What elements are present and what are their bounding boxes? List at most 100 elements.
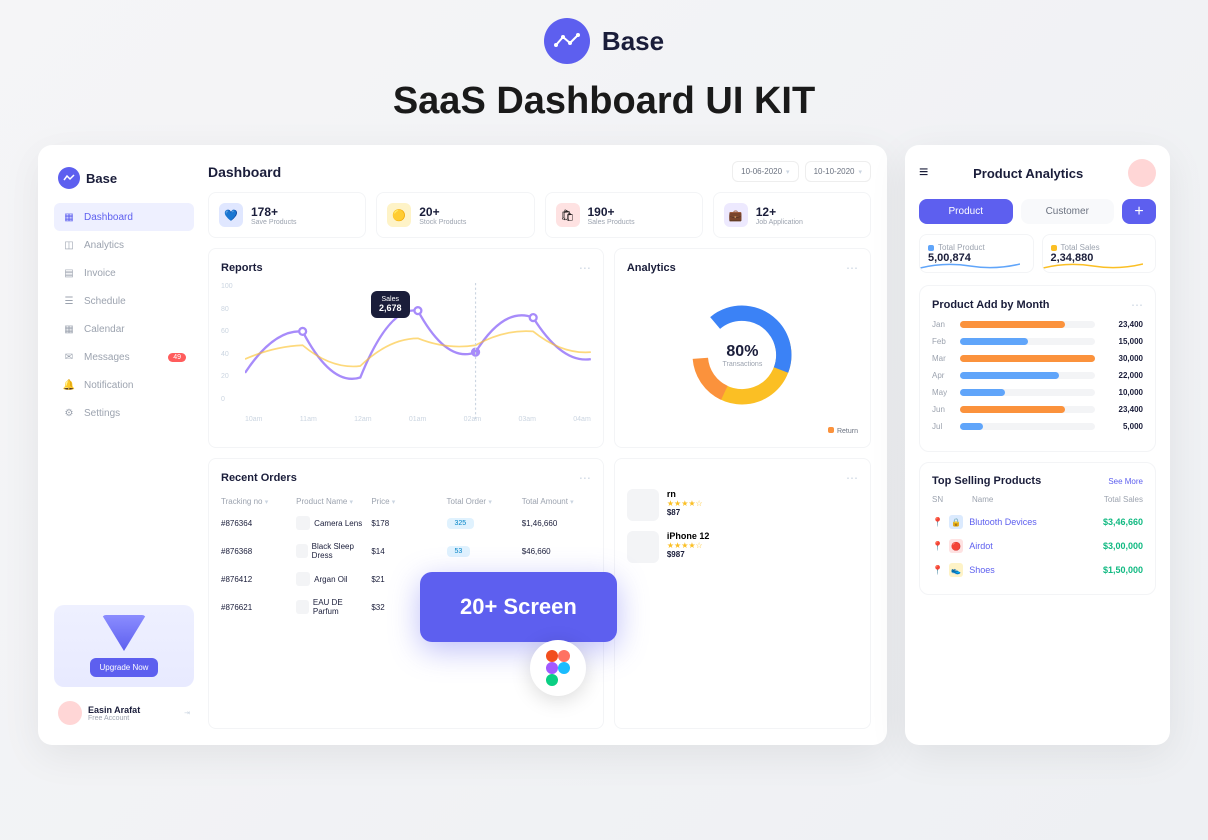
date-from-picker[interactable]: 10-06-2020▾ — [732, 161, 798, 182]
top-products-card: Top Selling Products See More SN Name To… — [919, 462, 1156, 595]
date-to-picker[interactable]: 10-10-2020▾ — [805, 161, 871, 182]
dashboard-panel: Base ▦ Dashboard ◫ Analytics ▤ Invoice ☰… — [38, 145, 887, 745]
upgrade-card: Upgrade Now — [54, 605, 194, 687]
table-row[interactable]: #876368 Black Sleep Dress $14 53 $46,660 — [221, 536, 591, 566]
mobile-stat-card: Total Product 5,00,874 — [919, 234, 1034, 273]
reports-title: Reports — [221, 262, 263, 274]
sidebar-item-analytics[interactable]: ◫ Analytics — [54, 231, 194, 259]
table-row[interactable]: #876364 Camera Lens $178 325 $1,46,660 — [221, 510, 591, 536]
month-chart-title: Product Add by Month — [932, 299, 1050, 311]
sidebar-brand: Base — [86, 171, 117, 186]
see-more-link[interactable]: See More — [1108, 477, 1143, 486]
stat-label: Sales Products — [588, 219, 635, 226]
sidebar-item-invoice[interactable]: ▤ Invoice — [54, 259, 194, 287]
message-icon: ✉ — [62, 350, 76, 364]
mobile-stat-card: Total Sales 2,34,880 — [1042, 234, 1157, 273]
month-bar-row: Mar 30,000 — [932, 354, 1143, 363]
sidebar-logo: Base — [54, 161, 194, 203]
nav-label: Schedule — [84, 296, 126, 307]
pin-icon: 📍 — [932, 565, 943, 576]
figma-icon — [530, 640, 586, 696]
sidebar-item-calendar[interactable]: ▦ Calendar — [54, 315, 194, 343]
logout-icon[interactable]: ⇥ — [184, 709, 190, 717]
nav-label: Notification — [84, 380, 133, 391]
analytics-legend: Return — [627, 427, 858, 435]
sidebar: Base ▦ Dashboard ◫ Analytics ▤ Invoice ☰… — [54, 161, 194, 729]
top-products-title: Top Selling Products — [932, 475, 1041, 487]
month-bar-row: Apr 22,000 — [932, 371, 1143, 380]
upgrade-button[interactable]: Upgrade Now — [90, 658, 159, 677]
logo-icon — [58, 167, 80, 189]
nav-label: Invoice — [84, 268, 116, 279]
list-item[interactable]: 📍 🔒 Blutooth Devices $3,46,660 — [932, 510, 1143, 534]
invoice-icon: ▤ — [62, 266, 76, 280]
nav-label: Calendar — [84, 324, 125, 335]
brand-logo: Base — [0, 18, 1208, 64]
nav-label: Analytics — [84, 240, 124, 251]
tab-product[interactable]: Product — [919, 199, 1013, 224]
stat-label: Save Products — [251, 219, 297, 226]
avatar[interactable] — [1128, 159, 1156, 187]
analytics-label: Transactions — [723, 361, 763, 368]
sidebar-item-notification[interactable]: 🔔 Notification — [54, 371, 194, 399]
stat-label: Stock Products — [419, 219, 466, 226]
menu-icon[interactable]: ≡ — [919, 164, 928, 182]
product-thumb — [627, 531, 659, 563]
product-thumb — [296, 516, 310, 530]
stat-value: 190+ — [588, 205, 635, 219]
month-bar-row: Jun 23,400 — [932, 405, 1143, 414]
pin-icon: 📍 — [932, 541, 943, 552]
nav-badge: 49 — [168, 353, 186, 362]
sidebar-item-messages[interactable]: ✉ Messages 49 — [54, 343, 194, 371]
stat-icon: 🛍 — [556, 203, 580, 227]
stat-icon: 💼 — [724, 203, 748, 227]
pin-icon: 📍 — [932, 517, 943, 528]
schedule-icon: ☰ — [62, 294, 76, 308]
funnel-icon — [102, 615, 146, 651]
grid-icon: ▦ — [62, 210, 76, 224]
product-icon: 👟 — [949, 563, 963, 577]
reports-card: Reports ⋯ 100806040200 — [208, 248, 604, 448]
analytics-card: Analytics ⋯ 80% Transactions — [614, 248, 871, 448]
list-item[interactable]: iPhone 12 ★★★★☆ $987 — [627, 531, 858, 563]
page-title: Dashboard — [208, 164, 281, 180]
stat-value: 12+ — [756, 205, 803, 219]
hero-title: SaaS Dashboard UI KIT — [0, 80, 1208, 123]
more-icon[interactable]: ⋯ — [1131, 298, 1143, 312]
stat-card: 🟡 20+ Stock Products — [376, 192, 534, 238]
tab-customer[interactable]: Customer — [1021, 199, 1115, 224]
user-profile[interactable]: Easin Arafat Free Account ⇥ — [54, 697, 194, 729]
stat-value: 20+ — [419, 205, 466, 219]
gear-icon: ⚙ — [62, 406, 76, 420]
main-content: Dashboard 10-06-2020▾ 10-10-2020▾ 💙 178+… — [208, 161, 871, 729]
mobile-panel: ≡ Product Analytics Product Customer + T… — [905, 145, 1170, 745]
bell-icon: 🔔 — [62, 378, 76, 392]
sidebar-item-schedule[interactable]: ☰ Schedule — [54, 287, 194, 315]
list-item[interactable]: 📍 👟 Shoes $1,50,000 — [932, 558, 1143, 582]
month-bar-row: Jan 23,400 — [932, 320, 1143, 329]
nav-label: Settings — [84, 408, 120, 419]
stat-icon: 💙 — [219, 203, 243, 227]
analytics-percent: 80% — [723, 343, 763, 361]
add-button[interactable]: + — [1122, 199, 1156, 224]
product-thumb — [296, 572, 310, 586]
calendar-icon: ▦ — [62, 322, 76, 336]
chart-tooltip: Sales 2,678 — [371, 291, 410, 318]
nav-label: Dashboard — [84, 212, 133, 223]
more-icon[interactable]: ⋯ — [579, 261, 591, 275]
month-bar-row: May 10,000 — [932, 388, 1143, 397]
more-icon[interactable]: ⋯ — [846, 261, 858, 275]
stat-card: 💼 12+ Job Application — [713, 192, 871, 238]
more-icon[interactable]: ⋯ — [627, 471, 858, 485]
reports-chart: 100806040200 Sales 2,678 — [221, 283, 591, 423]
stat-icon: 🟡 — [387, 203, 411, 227]
sidebar-item-settings[interactable]: ⚙ Settings — [54, 399, 194, 427]
more-icon[interactable]: ⋯ — [579, 471, 591, 485]
list-item[interactable]: 📍 🔴 Airdot $3,00,000 — [932, 534, 1143, 558]
list-item[interactable]: rn ★★★★☆ $87 — [627, 489, 858, 521]
avatar — [58, 701, 82, 725]
screen-count-badge: 20+ Screen — [420, 572, 617, 642]
hero: Base SaaS Dashboard UI KIT — [0, 0, 1208, 123]
sidebar-item-dashboard[interactable]: ▦ Dashboard — [54, 203, 194, 231]
analytics-title: Analytics — [627, 262, 676, 274]
